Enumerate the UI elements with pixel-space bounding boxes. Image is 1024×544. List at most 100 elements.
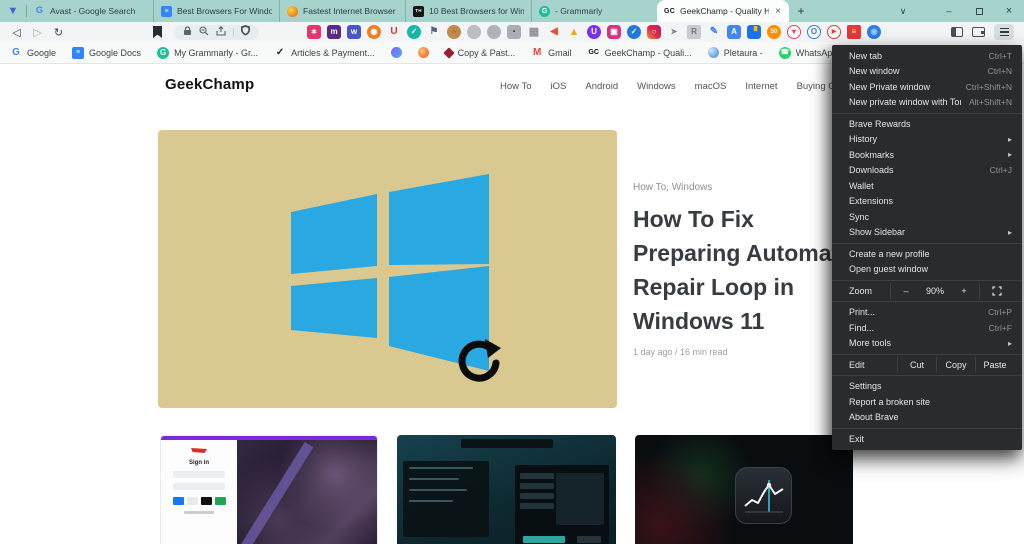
bookmark-item-gmail[interactable]: MGmail xyxy=(531,47,572,59)
thumbnail-game-overlay[interactable] xyxy=(397,435,616,544)
menu-item-open-guest-window[interactable]: Open guest window xyxy=(832,262,1022,278)
tab[interactable]: Fastest Internet Browser & Best xyxy=(279,0,405,22)
extension-square-blue-icon[interactable]: ▝ xyxy=(747,25,761,39)
bookmark-item-articles[interactable]: ✓Articles & Payment... xyxy=(274,47,375,59)
wallet-icon[interactable] xyxy=(972,27,985,37)
maximize-button[interactable] xyxy=(964,0,994,22)
menu-item-about-brave[interactable]: About Brave xyxy=(832,410,1022,426)
extension-lines-red-icon[interactable]: ≡ xyxy=(847,25,861,39)
menu-item-new-private-window-with-tor[interactable]: New private window with TorAlt+Shift+N xyxy=(832,95,1022,111)
extension-translate-blue-icon[interactable]: A xyxy=(727,25,741,39)
extension-blob-gray-icon[interactable] xyxy=(487,25,501,39)
bookmark-item-google[interactable]: GGoogle xyxy=(10,47,56,59)
menu-item-bookmarks[interactable]: Bookmarks▸ xyxy=(832,147,1022,163)
extension-seoquake-icon[interactable]: 50 xyxy=(767,25,781,39)
extension-r-gray-icon[interactable]: R xyxy=(687,25,701,39)
tab[interactable]: GAvast - Google Search xyxy=(27,0,153,22)
nav-link-macos[interactable]: macOS xyxy=(695,81,727,92)
extension-camera-pink-icon[interactable]: ▣ xyxy=(607,25,621,39)
extension-monday-purple-icon[interactable]: m xyxy=(327,25,341,39)
extension-circle-blue-icon[interactable]: ◉ xyxy=(867,25,881,39)
menu-item-wallet[interactable]: Wallet xyxy=(832,178,1022,194)
tab[interactable]: G- Grammarly xyxy=(531,0,657,22)
nav-link-how-to[interactable]: How To xyxy=(500,81,532,92)
tab-active[interactable]: GCGeekChamp - Quality How× xyxy=(657,0,789,22)
extension-image-gray-icon[interactable]: ▦ xyxy=(527,25,541,39)
extension-plane-gray-icon[interactable]: ➤ xyxy=(667,25,681,39)
tab[interactable]: TH10 Best Browsers for Windows 11 xyxy=(405,0,531,22)
extension-cone-orange-icon[interactable]: ▲ xyxy=(567,25,581,39)
zoom-in-button[interactable]: + xyxy=(951,286,977,296)
menu-item-cut[interactable]: Cut xyxy=(900,360,934,370)
sidebar-toggle-icon[interactable] xyxy=(951,27,963,37)
menu-item-edit[interactable]: EditCutCopyPaste xyxy=(832,357,1022,373)
reload-button[interactable]: ↻ xyxy=(48,26,69,39)
bookmark-icon[interactable] xyxy=(153,26,162,38)
menu-item-report-a-broken-site[interactable]: Report a broken site xyxy=(832,394,1022,410)
extension-u-purple-icon[interactable]: U xyxy=(587,25,601,39)
bookmark-item-copy[interactable]: Copy & Past... xyxy=(445,48,516,58)
site-logo[interactable]: GeekChamp xyxy=(165,76,254,93)
menu-item-print[interactable]: Print...Ctrl+P xyxy=(832,305,1022,321)
menu-item-extensions[interactable]: Extensions xyxy=(832,194,1022,210)
tab-search-icon[interactable]: ∨ xyxy=(888,0,918,22)
menu-item-new-private-window[interactable]: New Private windowCtrl+Shift+N xyxy=(832,79,1022,95)
extension-eye-orange-icon[interactable]: ◉ xyxy=(367,25,381,39)
menu-item-settings[interactable]: Settings xyxy=(832,379,1022,395)
address-bar[interactable] xyxy=(174,25,259,40)
share-icon[interactable] xyxy=(216,23,226,41)
close-button[interactable]: × xyxy=(994,0,1024,22)
fullscreen-icon[interactable] xyxy=(982,286,1012,296)
back-button[interactable]: ◁ xyxy=(6,26,27,39)
bookmark-item-google[interactable]: ≡Google Docs xyxy=(72,47,141,59)
minimize-button[interactable]: – xyxy=(934,0,964,22)
bookmark-item-pletaura[interactable]: Pletaura - xyxy=(708,47,763,58)
bookmark-item-my[interactable]: GMy Grammarly - Gr... xyxy=(157,47,258,59)
zoom-out-button[interactable]: – xyxy=(893,286,919,296)
menu-item-copy[interactable]: Copy xyxy=(939,360,973,370)
thumbnail-stocks-app[interactable] xyxy=(635,435,853,544)
extension-megaphone-red-icon[interactable]: ◀ xyxy=(547,25,561,39)
tab-close-icon[interactable]: × xyxy=(774,6,782,17)
nav-link-android[interactable]: Android xyxy=(585,81,618,92)
extension-play-red-icon[interactable]: ▶ xyxy=(827,25,841,39)
bookmark-item[interactable] xyxy=(418,47,429,58)
bookmark-item-geekchamp[interactable]: GCGeekChamp - Quali... xyxy=(588,47,692,59)
tab[interactable]: ≡Best Browsers For Windows 11 xyxy=(153,0,279,22)
menu-item-downloads[interactable]: DownloadsCtrl+J xyxy=(832,163,1022,179)
menu-item-find[interactable]: Find...Ctrl+F xyxy=(832,320,1022,336)
zoom-out-icon[interactable] xyxy=(199,23,209,41)
menu-item-create-a-new-profile[interactable]: Create a new profile xyxy=(832,246,1022,262)
brave-shield-icon[interactable] xyxy=(241,23,250,41)
bookmark-item[interactable] xyxy=(391,47,402,58)
forward-button[interactable]: ▷ xyxy=(27,26,48,39)
new-tab-button[interactable]: + xyxy=(789,0,813,22)
thumbnail-riot-signin[interactable]: Sign in xyxy=(160,435,378,544)
brave-logo-icon[interactable]: ▼ xyxy=(0,0,26,22)
extension-check-blue-icon[interactable]: ✓ xyxy=(627,25,641,39)
menu-item-brave-rewards[interactable]: Brave Rewards xyxy=(832,116,1022,132)
extension-pen-blue-icon[interactable]: ✎ xyxy=(707,25,721,39)
extension-insta-icon[interactable]: ○ xyxy=(647,25,661,39)
extension-ubersuggest-red-icon[interactable]: U xyxy=(387,25,401,39)
menu-item-show-sidebar[interactable]: Show Sidebar▸ xyxy=(832,225,1022,241)
extension-check-teal-icon[interactable]: ✓ xyxy=(407,25,421,39)
extension-pocket-icon[interactable]: ▾ xyxy=(787,25,801,39)
app-menu-button[interactable] xyxy=(994,24,1014,40)
nav-link-windows[interactable]: Windows xyxy=(637,81,676,92)
menu-item-more-tools[interactable]: More tools▸ xyxy=(832,336,1022,352)
menu-item-paste[interactable]: Paste xyxy=(978,360,1012,370)
extension-cookie-icon[interactable]: ∴ xyxy=(447,25,461,39)
extension-onepassword-icon[interactable]: O xyxy=(807,25,821,39)
menu-item-exit[interactable]: Exit xyxy=(832,431,1022,447)
extension-circle-gray-icon[interactable] xyxy=(467,25,481,39)
menu-item-sync[interactable]: Sync xyxy=(832,209,1022,225)
menu-item-new-window[interactable]: New windowCtrl+N xyxy=(832,64,1022,80)
extension-flag-gray-icon[interactable]: ⚑ xyxy=(427,25,441,39)
menu-item-history[interactable]: History▸ xyxy=(832,132,1022,148)
nav-link-ios[interactable]: iOS xyxy=(551,81,567,92)
menu-item-new-tab[interactable]: New tabCtrl+T xyxy=(832,48,1022,64)
extension-grid-red-icon[interactable]: ∗ xyxy=(307,25,321,39)
extension-person-gray-icon[interactable]: ▪ xyxy=(507,25,521,39)
menu-item-zoom[interactable]: Zoom–90%+ xyxy=(832,283,1022,299)
